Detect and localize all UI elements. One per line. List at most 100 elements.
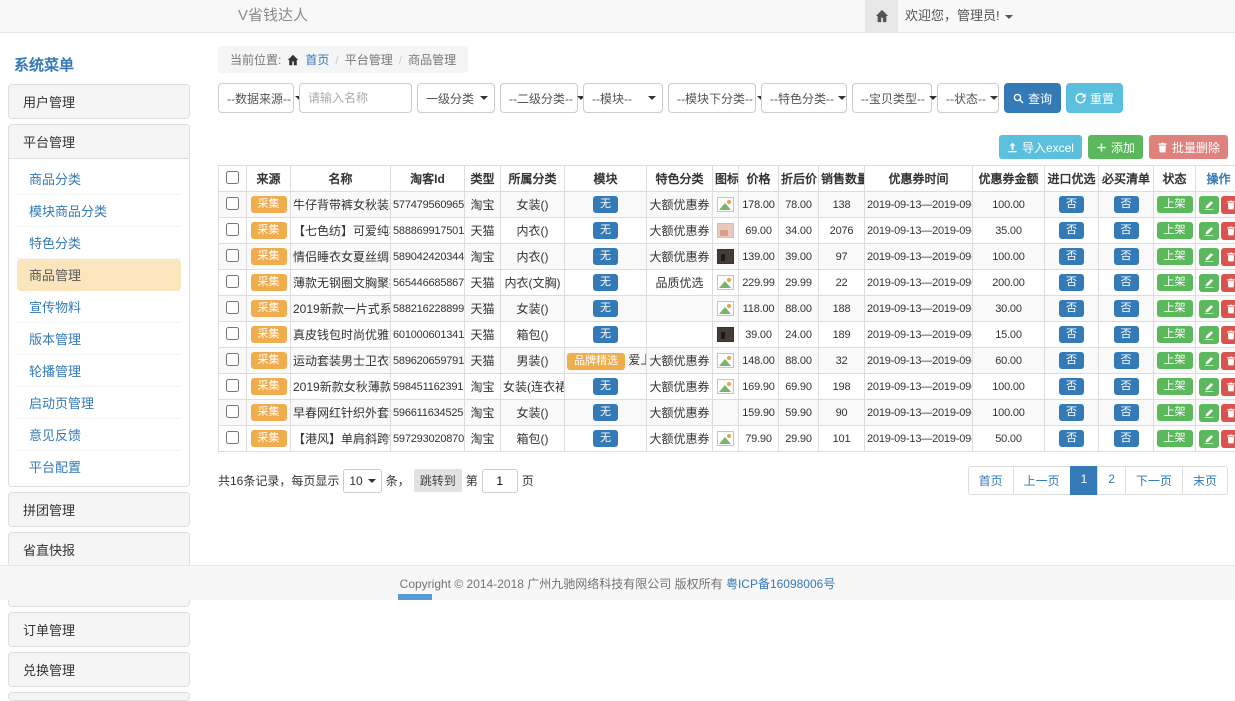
edit-button[interactable]: [1199, 274, 1219, 292]
delete-button[interactable]: [1221, 378, 1235, 396]
user-menu[interactable]: 欢迎您，管理员!: [905, 0, 1013, 32]
module-badge[interactable]: 无: [593, 248, 618, 265]
import-preferred-toggle[interactable]: 否: [1059, 352, 1084, 369]
must-buy-toggle[interactable]: 否: [1114, 248, 1139, 265]
sidebar-item-feedback[interactable]: 意见反馈: [17, 419, 181, 451]
home-button[interactable]: [865, 0, 898, 32]
status-badge[interactable]: 上架: [1157, 430, 1193, 447]
category1-select[interactable]: 一级分类: [417, 83, 495, 113]
must-buy-toggle[interactable]: 否: [1114, 300, 1139, 317]
edit-button[interactable]: [1199, 222, 1219, 240]
delete-button[interactable]: [1221, 404, 1235, 422]
must-buy-toggle[interactable]: 否: [1114, 326, 1139, 343]
edit-button[interactable]: [1199, 430, 1219, 448]
module-badge[interactable]: 无: [593, 404, 618, 421]
must-buy-toggle[interactable]: 否: [1114, 274, 1139, 291]
batch-delete-button[interactable]: 批量删除: [1149, 135, 1228, 159]
name-search-input[interactable]: [299, 83, 412, 113]
module-select[interactable]: --模块--: [583, 83, 663, 113]
status-select[interactable]: --状态--: [937, 83, 999, 113]
sidebar-panel-express-news[interactable]: 省直快报: [8, 532, 190, 567]
import-excel-button[interactable]: 导入excel: [999, 135, 1082, 159]
select-all-checkbox[interactable]: [226, 171, 239, 184]
item-type-select[interactable]: --宝贝类型--: [852, 83, 932, 113]
module-badge[interactable]: 无: [593, 300, 618, 317]
sidebar-item-feature-category[interactable]: 特色分类: [17, 227, 181, 259]
sidebar-panel-user-mgmt[interactable]: 用户管理: [8, 84, 190, 119]
import-preferred-toggle[interactable]: 否: [1059, 378, 1084, 395]
import-preferred-toggle[interactable]: 否: [1059, 430, 1084, 447]
module-badge[interactable]: 无: [593, 222, 618, 239]
module-badge[interactable]: 无: [593, 378, 618, 395]
edit-button[interactable]: [1199, 404, 1219, 422]
import-preferred-toggle[interactable]: 否: [1059, 300, 1084, 317]
delete-button[interactable]: [1221, 274, 1235, 292]
sidebar-item-exchange-mgmt[interactable]: 兑换管理: [9, 653, 189, 686]
edit-button[interactable]: [1199, 378, 1219, 396]
row-checkbox[interactable]: [226, 301, 239, 314]
status-badge[interactable]: 上架: [1157, 300, 1193, 317]
data-source-select[interactable]: --数据来源--: [218, 83, 294, 113]
status-badge[interactable]: 上架: [1157, 248, 1193, 265]
delete-button[interactable]: [1221, 222, 1235, 240]
reset-button[interactable]: 重置: [1066, 83, 1123, 113]
delete-button[interactable]: [1221, 326, 1235, 344]
import-preferred-toggle[interactable]: 否: [1059, 248, 1084, 265]
sidebar-item-order-mgmt[interactable]: 订单管理: [9, 613, 189, 646]
jump-button[interactable]: 跳转到: [414, 469, 462, 492]
must-buy-toggle[interactable]: 否: [1114, 352, 1139, 369]
add-button[interactable]: 添加: [1088, 135, 1143, 159]
module-badge[interactable]: 无: [593, 326, 618, 343]
module-badge[interactable]: 无: [593, 274, 618, 291]
import-preferred-toggle[interactable]: 否: [1059, 326, 1084, 343]
row-checkbox[interactable]: [226, 353, 239, 366]
pager-page-1[interactable]: 1: [1070, 466, 1099, 495]
import-preferred-toggle[interactable]: 否: [1059, 274, 1084, 291]
module-badge[interactable]: 无: [593, 196, 618, 213]
pager-prev[interactable]: 上一页: [1013, 466, 1071, 495]
must-buy-toggle[interactable]: 否: [1114, 430, 1139, 447]
delete-button[interactable]: [1221, 196, 1235, 214]
sidebar-item-carousel-mgmt[interactable]: 轮播管理: [17, 355, 181, 387]
status-badge[interactable]: 上架: [1157, 274, 1193, 291]
search-button[interactable]: 查询: [1004, 83, 1061, 113]
sidebar-item-platform-mgmt[interactable]: 平台管理: [9, 125, 189, 158]
must-buy-toggle[interactable]: 否: [1114, 404, 1139, 421]
sidebar-item-version-mgmt[interactable]: 版本管理: [17, 323, 181, 355]
import-preferred-toggle[interactable]: 否: [1059, 404, 1084, 421]
delete-button[interactable]: [1221, 352, 1235, 370]
sidebar-item-express-news[interactable]: 省直快报: [9, 533, 189, 566]
status-badge[interactable]: 上架: [1157, 196, 1193, 213]
sidebar-panel-exchange-mgmt[interactable]: 兑换管理: [8, 652, 190, 687]
status-badge[interactable]: 上架: [1157, 222, 1193, 239]
must-buy-toggle[interactable]: 否: [1114, 222, 1139, 239]
edit-button[interactable]: [1199, 196, 1219, 214]
row-checkbox[interactable]: [226, 405, 239, 418]
jump-page-input[interactable]: [482, 469, 518, 493]
module-badge[interactable]: 无: [593, 430, 618, 447]
status-badge[interactable]: 上架: [1157, 378, 1193, 395]
delete-button[interactable]: [1221, 430, 1235, 448]
status-badge[interactable]: 上架: [1157, 352, 1193, 369]
pager-page-2[interactable]: 2: [1097, 466, 1126, 495]
pager-first[interactable]: 首页: [968, 466, 1014, 495]
row-checkbox[interactable]: [226, 275, 239, 288]
must-buy-toggle[interactable]: 否: [1114, 378, 1139, 395]
sidebar-item-splash-mgmt[interactable]: 启动页管理: [17, 387, 181, 419]
edit-button[interactable]: [1199, 248, 1219, 266]
row-checkbox[interactable]: [226, 379, 239, 392]
row-checkbox[interactable]: [226, 223, 239, 236]
pager-next[interactable]: 下一页: [1125, 466, 1183, 495]
icp-link[interactable]: 粤ICP备16098006号: [726, 575, 835, 592]
row-checkbox[interactable]: [226, 327, 239, 340]
edit-button[interactable]: [1199, 352, 1219, 370]
sidebar-item-goods-mgmt[interactable]: 商品管理: [17, 259, 181, 291]
delete-button[interactable]: [1221, 248, 1235, 266]
edit-button[interactable]: [1199, 300, 1219, 318]
status-badge[interactable]: 上架: [1157, 326, 1193, 343]
category2-select[interactable]: --二级分类--: [500, 83, 578, 113]
module-badge[interactable]: 品牌精选: [567, 353, 625, 370]
must-buy-toggle[interactable]: 否: [1114, 196, 1139, 213]
sidebar-item-module-goods-category[interactable]: 模块商品分类: [17, 195, 181, 227]
feature-category-select[interactable]: --特色分类--: [761, 83, 847, 113]
